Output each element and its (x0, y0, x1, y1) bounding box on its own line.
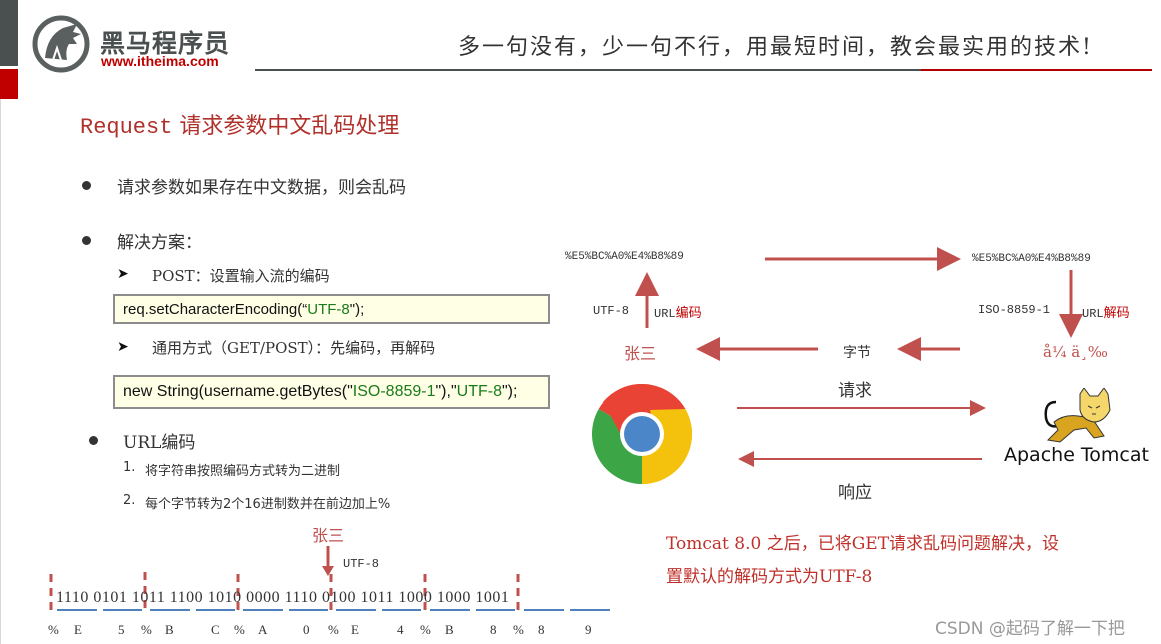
right-operation: URL解码 (1082, 302, 1130, 321)
note-line: Tomcat 8.0 之后，已将GET请求乱码问题解决，设 (666, 534, 1060, 554)
code-string: UTF-8 (456, 383, 502, 400)
op-suffix: 编码 (675, 306, 702, 321)
bullet-text: 解决方案： (117, 233, 202, 253)
step-number: 2. (123, 493, 136, 508)
code-string: UTF-8 (307, 300, 350, 318)
garbled-text: å¼ ä¸‰ (1043, 343, 1108, 361)
op-suffix: 解码 (1103, 306, 1130, 321)
header-divider (255, 69, 921, 71)
response-label: 响应 (838, 483, 872, 503)
left-operation: URL编码 (654, 302, 702, 321)
bullet-dot (82, 181, 91, 190)
bullet-text: URL编码 (123, 433, 196, 453)
title-en: Request (80, 115, 173, 140)
op-prefix: URL (1082, 307, 1104, 321)
arrow-bullet-icon: ➤ (117, 339, 129, 355)
hex-digit: 5 (118, 622, 125, 637)
bytes-label: 字节 (843, 345, 871, 361)
solution-label: 通用方式（GET/POST）：先编码，再解码 (152, 339, 436, 357)
header-divider-accent (921, 69, 1152, 71)
bullet-text: 请求参数如果存在中文数据，则会乱码 (117, 178, 406, 198)
code-text: "); (349, 300, 365, 318)
hex-digit: 8 (490, 622, 497, 637)
binary-string: 1110 0101 1011 1100 1010 0000 1110 0100 … (56, 589, 510, 606)
hex-digit: B (445, 622, 454, 637)
tomcat-icon (1044, 388, 1111, 443)
example-encoding: UTF-8 (343, 557, 380, 571)
bullet-dot (89, 436, 98, 445)
tomcat-note: Tomcat 8.0 之后，已将GET请求乱码问题解决，设 置默认的解码方式为U… (666, 528, 1116, 594)
hex-percent: % (420, 622, 431, 637)
hex-percent: % (328, 622, 339, 637)
left-charset: UTF-8 (593, 304, 630, 318)
server-label: Apache Tomcat (1004, 444, 1149, 466)
code-text: new String(username.getBytes(" (123, 383, 353, 400)
step-text: 每个字节转为2个16进制数并在前边加上% (145, 497, 391, 512)
hex-digit: C (211, 622, 220, 637)
example-source-text: 张三 (312, 526, 345, 545)
hex-digit: B (165, 622, 174, 637)
hex-percent: % (513, 622, 524, 637)
hex-digit: 0 (303, 622, 310, 637)
right-charset: ISO-8859-1 (978, 303, 1051, 317)
note-line: 置默认的解码方式为UTF-8 (666, 567, 873, 587)
op-prefix: URL (654, 307, 676, 321)
title-cn: 请求参数中文乱码处理 (172, 114, 400, 139)
code-text: req.setCharacterEncoding(“ (123, 300, 308, 318)
code-text: ")," (435, 383, 457, 400)
code-box-general: new String(username.getBytes(" ISO-8859-1… (113, 375, 550, 409)
hex-digit: 8 (538, 622, 545, 637)
code-string: ISO-8859-1 (352, 383, 436, 400)
logo-url: www.itheima.com (101, 53, 219, 69)
code-text: "); (501, 383, 518, 400)
hex-digit: A (258, 622, 268, 637)
header-strip-gray (0, 0, 18, 66)
chrome-browser-icon (592, 383, 692, 484)
hex-percent: % (141, 622, 152, 637)
request-label: 请求 (838, 381, 872, 401)
code-box-post: req.setCharacterEncoding(“ UTF-8 "); (113, 294, 550, 324)
step-text: 将字符串按照编码方式转为二进制 (145, 464, 341, 479)
slogan: 多一句没有，少一句不行，用最短时间，教会最实用的技术! (458, 35, 1093, 60)
hex-digit: 9 (585, 622, 592, 637)
slide-title: Request 请求参数中文乱码处理 (80, 108, 399, 140)
header-strip-red (0, 69, 18, 99)
hex-digit: E (351, 622, 359, 637)
hex-percent: % (234, 622, 245, 637)
bullet-dot (82, 236, 91, 245)
hex-percent: % (48, 622, 59, 637)
left-border-line (0, 99, 1, 644)
horse-logo-icon (32, 15, 90, 73)
hex-digit: 4 (397, 622, 404, 637)
source-text: 张三 (624, 344, 657, 363)
watermark: CSDN @起码了解一下把 (935, 619, 1125, 639)
step-number: 1. (123, 460, 136, 475)
hex-digit: E (74, 622, 82, 637)
arrow-bullet-icon: ➤ (117, 266, 129, 282)
solution-label: POST：设置输入流的编码 (152, 267, 330, 285)
